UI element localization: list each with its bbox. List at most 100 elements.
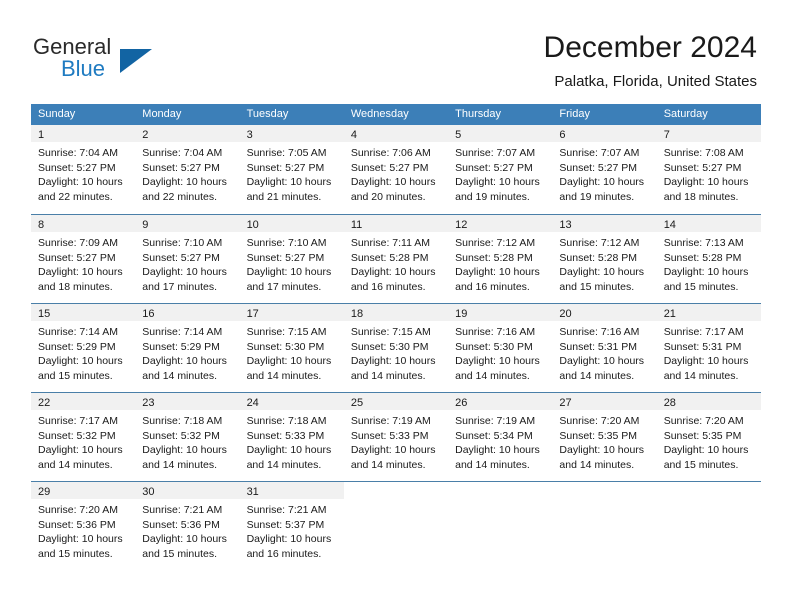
day-details: Sunrise: 7:04 AM Sunset: 5:27 PM Daylight:… bbox=[135, 142, 239, 204]
day-cell[interactable]: 3 Sunrise: 7:05 AM Sunset: 5:27 PM Daylight… bbox=[239, 125, 344, 214]
day-number-bar: 12 bbox=[448, 215, 553, 232]
day-detail-line: and 15 minutes. bbox=[38, 547, 113, 560]
day-cell[interactable]: 15 Sunrise: 7:14 AM Sunset: 5:29 PM Dayligh… bbox=[31, 304, 136, 392]
day-cell[interactable]: 9 Sunrise: 7:10 AM Sunset: 5:27 PM Daylight… bbox=[135, 215, 240, 303]
day-details: Sunrise: 7:20 AM Sunset: 5:35 PM Daylight:… bbox=[657, 410, 761, 472]
day-detail-line: and 15 minutes. bbox=[142, 547, 217, 560]
day-number: 15 bbox=[38, 308, 51, 320]
day-detail-line: Sunset: 5:33 PM bbox=[246, 429, 325, 442]
day-cell[interactable]: 28 Sunrise: 7:20 AM Sunset: 5:35 PM Dayligh… bbox=[656, 393, 761, 481]
weekday-header-row: Sunday Monday Tuesday Wednesday Thursday Frid… bbox=[31, 104, 761, 125]
day-detail-line: Sunset: 5:32 PM bbox=[142, 429, 220, 442]
calendar-week-row: 1 Sunrise: 7:04 AM Sunset: 5:27 PM Daylight… bbox=[31, 125, 761, 214]
day-cell[interactable]: 25 Sunrise: 7:19 AM Sunset: 5:33 PM Dayligh… bbox=[343, 393, 449, 481]
day-details: Sunrise: 7:07 AM Sunset: 5:27 PM Daylight:… bbox=[552, 142, 656, 204]
page-subtitle: Palatka, Florida, United States bbox=[554, 73, 757, 90]
day-cell[interactable]: 22 Sunrise: 7:17 AM Sunset: 5:32 PM Dayligh… bbox=[31, 393, 136, 481]
day-cell[interactable]: 19 Sunrise: 7:16 AM Sunset: 5:30 PM Dayligh… bbox=[448, 304, 553, 392]
day-detail-line: Daylight: 10 hours bbox=[350, 444, 436, 456]
day-number-bar: 25 bbox=[343, 393, 449, 410]
day-detail-line: Daylight: 10 hours bbox=[142, 444, 227, 456]
day-details: Sunrise: 7:13 AM Sunset: 5:28 PM Daylight:… bbox=[657, 232, 761, 294]
day-cell[interactable]: 30 Sunrise: 7:21 AM Sunset: 5:36 PM Dayligh… bbox=[135, 482, 240, 570]
day-detail-line: Daylight: 10 hours bbox=[142, 266, 227, 278]
day-detail-line: Sunrise: 7:13 AM bbox=[663, 237, 744, 249]
day-cell[interactable]: 7 Sunrise: 7:08 AM Sunset: 5:27 PM Daylight… bbox=[656, 125, 761, 214]
day-detail-line: Sunset: 5:30 PM bbox=[350, 340, 429, 353]
day-cell-empty bbox=[656, 482, 761, 570]
day-detail-line: Sunrise: 7:15 AM bbox=[246, 326, 327, 338]
day-detail-line: and 22 minutes. bbox=[142, 190, 217, 203]
day-detail-line: Daylight: 10 hours bbox=[38, 533, 123, 545]
day-detail-line: and 21 minutes. bbox=[246, 190, 322, 203]
day-number-bar bbox=[656, 482, 761, 499]
day-cell[interactable]: 10 Sunrise: 7:10 AM Sunset: 5:27 PM Dayligh… bbox=[239, 215, 344, 303]
day-detail-line: Daylight: 10 hours bbox=[663, 355, 749, 367]
day-details: Sunrise: 7:19 AM Sunset: 5:33 PM Daylight:… bbox=[344, 410, 448, 472]
day-cell[interactable]: 29 Sunrise: 7:20 AM Sunset: 5:36 PM Dayligh… bbox=[31, 482, 136, 570]
day-detail-line: Daylight: 10 hours bbox=[142, 533, 227, 545]
day-detail-line: Sunrise: 7:10 AM bbox=[246, 237, 327, 249]
day-cell[interactable]: 13 Sunrise: 7:12 AM Sunset: 5:28 PM Dayligh… bbox=[552, 215, 657, 303]
day-number: 20 bbox=[559, 308, 572, 320]
day-detail-line: Sunrise: 7:21 AM bbox=[142, 504, 223, 516]
day-cell[interactable]: 2 Sunrise: 7:04 AM Sunset: 5:27 PM Daylight… bbox=[135, 125, 240, 214]
day-cell[interactable]: 14 Sunrise: 7:13 AM Sunset: 5:28 PM Dayligh… bbox=[656, 215, 761, 303]
day-cell[interactable]: 20 Sunrise: 7:16 AM Sunset: 5:31 PM Dayligh… bbox=[552, 304, 657, 392]
day-cell[interactable]: 17 Sunrise: 7:15 AM Sunset: 5:30 PM Dayligh… bbox=[239, 304, 344, 392]
day-details: Sunrise: 7:18 AM Sunset: 5:33 PM Daylight:… bbox=[240, 410, 344, 472]
day-number-bar: 8 bbox=[31, 215, 136, 232]
day-detail-line: Sunset: 5:29 PM bbox=[38, 340, 116, 353]
day-number-bar: 21 bbox=[656, 304, 761, 321]
day-detail-line: Daylight: 10 hours bbox=[350, 266, 436, 278]
day-number-bar: 24 bbox=[239, 393, 344, 410]
day-detail-line: Daylight: 10 hours bbox=[559, 266, 645, 278]
day-cell[interactable]: 5 Sunrise: 7:07 AM Sunset: 5:27 PM Daylight… bbox=[448, 125, 553, 214]
calendar-page: General Blue December 2024 Palatka, Flor… bbox=[0, 0, 792, 612]
day-number-bar: 27 bbox=[552, 393, 657, 410]
day-cell[interactable]: 26 Sunrise: 7:19 AM Sunset: 5:34 PM Dayligh… bbox=[448, 393, 553, 481]
day-number: 10 bbox=[246, 219, 259, 231]
day-cell[interactable]: 31 Sunrise: 7:21 AM Sunset: 5:37 PM Dayligh… bbox=[239, 482, 344, 570]
day-detail-line: and 14 minutes. bbox=[38, 458, 113, 471]
day-detail-line: Sunset: 5:27 PM bbox=[663, 161, 742, 174]
day-number: 23 bbox=[142, 397, 155, 409]
general-blue-logo[interactable]: General Blue bbox=[33, 34, 213, 86]
day-detail-line: Sunrise: 7:18 AM bbox=[142, 415, 223, 427]
day-number-bar: 28 bbox=[656, 393, 761, 410]
day-detail-line: Sunset: 5:28 PM bbox=[559, 251, 638, 264]
day-detail-line: and 14 minutes. bbox=[559, 369, 635, 382]
day-cell[interactable]: 11 Sunrise: 7:11 AM Sunset: 5:28 PM Dayligh… bbox=[343, 215, 449, 303]
day-cell[interactable]: 18 Sunrise: 7:15 AM Sunset: 5:30 PM Dayligh… bbox=[343, 304, 449, 392]
day-cell[interactable]: 24 Sunrise: 7:18 AM Sunset: 5:33 PM Dayligh… bbox=[239, 393, 344, 481]
day-cell[interactable]: 21 Sunrise: 7:17 AM Sunset: 5:31 PM Dayligh… bbox=[656, 304, 761, 392]
day-cell[interactable]: 8 Sunrise: 7:09 AM Sunset: 5:27 PM Daylight… bbox=[31, 215, 136, 303]
day-number-bar: 22 bbox=[31, 393, 136, 410]
day-details: Sunrise: 7:15 AM Sunset: 5:30 PM Daylight:… bbox=[240, 321, 344, 383]
day-details: Sunrise: 7:21 AM Sunset: 5:36 PM Daylight:… bbox=[135, 499, 239, 561]
day-cell[interactable]: 12 Sunrise: 7:12 AM Sunset: 5:28 PM Dayligh… bbox=[448, 215, 553, 303]
day-details: Sunrise: 7:17 AM Sunset: 5:32 PM Daylight:… bbox=[31, 410, 135, 472]
day-cell[interactable]: 16 Sunrise: 7:14 AM Sunset: 5:29 PM Dayligh… bbox=[135, 304, 240, 392]
day-detail-line: Sunrise: 7:07 AM bbox=[559, 147, 640, 159]
day-detail-line: and 22 minutes. bbox=[38, 190, 113, 203]
day-cell[interactable]: 4 Sunrise: 7:06 AM Sunset: 5:27 PM Daylight… bbox=[343, 125, 449, 214]
day-cell[interactable]: 23 Sunrise: 7:18 AM Sunset: 5:32 PM Dayligh… bbox=[135, 393, 240, 481]
day-details: Sunrise: 7:10 AM Sunset: 5:27 PM Daylight:… bbox=[135, 232, 239, 294]
logo-triangle-icon bbox=[120, 49, 152, 73]
day-number-bar: 11 bbox=[343, 215, 449, 232]
day-detail-line: Sunset: 5:36 PM bbox=[38, 518, 116, 531]
day-detail-line: and 16 minutes. bbox=[455, 280, 530, 293]
day-detail-line: Sunset: 5:31 PM bbox=[663, 340, 742, 353]
day-cell[interactable]: 1 Sunrise: 7:04 AM Sunset: 5:27 PM Daylight… bbox=[31, 125, 136, 214]
day-details: Sunrise: 7:16 AM Sunset: 5:30 PM Daylight:… bbox=[448, 321, 552, 383]
day-number: 19 bbox=[455, 308, 468, 320]
day-number-bar: 3 bbox=[239, 125, 344, 142]
calendar-week-row: 15 Sunrise: 7:14 AM Sunset: 5:29 PM Dayligh… bbox=[31, 303, 761, 392]
day-cell[interactable]: 6 Sunrise: 7:07 AM Sunset: 5:27 PM Daylight… bbox=[552, 125, 657, 214]
day-details: Sunrise: 7:07 AM Sunset: 5:27 PM Daylight:… bbox=[448, 142, 552, 204]
day-detail-line: Sunset: 5:35 PM bbox=[663, 429, 742, 442]
day-detail-line: Sunrise: 7:11 AM bbox=[350, 237, 431, 249]
day-number: 21 bbox=[663, 308, 676, 320]
day-cell[interactable]: 27 Sunrise: 7:20 AM Sunset: 5:35 PM Dayligh… bbox=[552, 393, 657, 481]
